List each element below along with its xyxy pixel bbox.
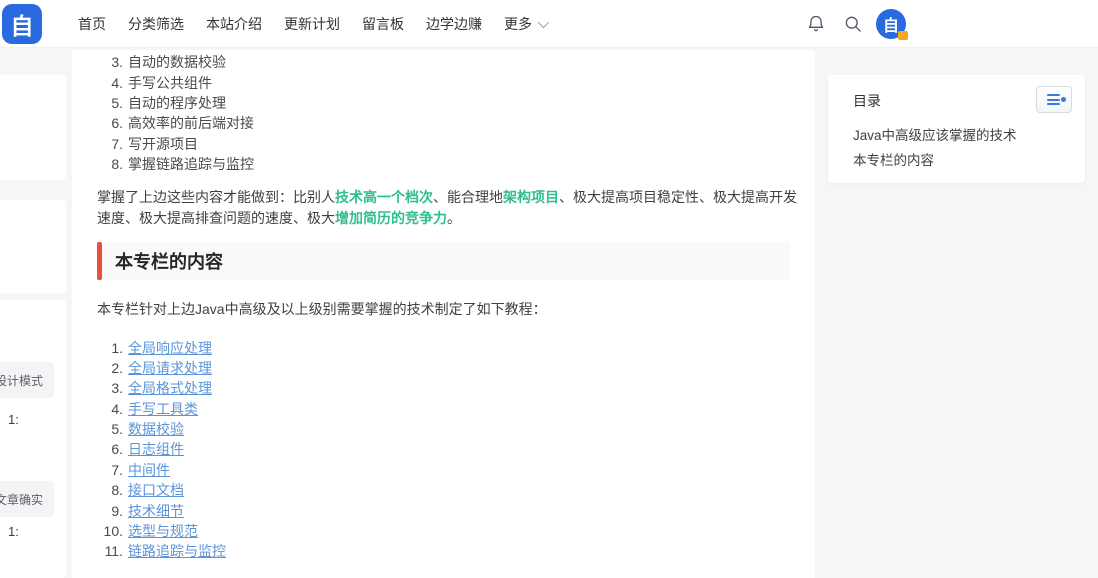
list-item[interactable]: 7. 中间件: [97, 460, 790, 480]
toc-items: Java中高级应该掌握的技术本专栏的内容: [853, 121, 1017, 171]
list-item-number: 5.: [97, 421, 123, 437]
list-item-number: 1.: [97, 340, 123, 356]
course-link[interactable]: 中间件: [128, 460, 170, 480]
toc-list-icon: [1047, 94, 1062, 105]
nav-item[interactable]: 首页: [78, 14, 106, 34]
left-panel-count: 1:: [8, 412, 19, 427]
list-item-number: 2.: [97, 360, 123, 376]
toc-item[interactable]: Java中高级应该掌握的技术: [853, 121, 1017, 146]
list-item[interactable]: 9. 技术细节: [97, 500, 790, 520]
summary-paragraph: 掌握了上边这些内容才能做到：比别人技术高一个档次、能合理地架构项目、极大提高项目…: [97, 187, 797, 229]
course-link[interactable]: 接口文档: [128, 480, 184, 500]
highlighted-text: 技术高一个档次: [335, 189, 433, 205]
list-item-number: 5.: [97, 95, 123, 111]
nav-item[interactable]: 本站介绍: [206, 14, 262, 34]
highlighted-text: 架构项目: [503, 189, 559, 205]
toc-title: 目录: [853, 91, 881, 111]
toc-item[interactable]: 本专栏的内容: [853, 146, 1017, 171]
list-item-number: 11.: [97, 543, 123, 559]
page: 自 首页 分类筛选 本站介绍 更新计划 留言板 边学边赚 更多 自: [0, 0, 1098, 578]
nav-item-more[interactable]: 更多: [504, 14, 546, 34]
course-link[interactable]: 选型与规范: [128, 521, 198, 541]
toc-card: 目录 Java中高级应该掌握的技术本专栏的内容: [828, 75, 1085, 183]
left-panel-card: 设计模式 1: 文章确实 1:: [0, 300, 66, 578]
list-item-number: 7.: [97, 136, 123, 152]
nav-item[interactable]: 更新计划: [284, 14, 340, 34]
user-avatar[interactable]: 自: [876, 9, 906, 39]
course-link[interactable]: 日志组件: [128, 439, 184, 459]
nav-item[interactable]: 分类筛选: [128, 14, 184, 34]
list-item-text: 自动的数据校验: [128, 52, 226, 72]
list-item-number: 10.: [97, 523, 123, 539]
list-item-number: 3.: [97, 54, 123, 70]
list-item-text: 高效率的前后端对接: [128, 113, 254, 133]
nav-more-label: 更多: [504, 14, 532, 34]
list-item-number: 6.: [97, 441, 123, 457]
plain-text: 。: [447, 210, 461, 226]
list-item[interactable]: 1. 全局响应处理: [97, 337, 790, 357]
highlighted-text: 增加简历的竞争力: [335, 210, 447, 226]
course-links-list: 1. 全局响应处理 2. 全局请求处理 3. 全局格式处理 4. 手写工具类 5. 数据校验 6. 日…: [97, 337, 790, 561]
intro-paragraph: 本专栏针对上边Java中高级及以上级别需要掌握的技术制定了如下教程：: [97, 299, 790, 319]
list-item-number: 4.: [97, 401, 123, 417]
list-item-text: 自动的程序处理: [128, 93, 226, 113]
top-navbar: 自 首页 分类筛选 本站介绍 更新计划 留言板 边学边赚 更多 自: [0, 0, 1098, 48]
list-item-text: 手写公共组件: [128, 73, 212, 93]
list-item-number: 6.: [97, 115, 123, 131]
left-panel-card[interactable]: [0, 75, 66, 180]
list-item: 6. 高效率的前后端对接: [97, 113, 790, 133]
list-item-number: 7.: [97, 462, 123, 478]
list-item[interactable]: 2. 全局请求处理: [97, 358, 790, 378]
plain-text: 掌握了上边这些内容才能做到：比别人: [97, 189, 335, 205]
course-link[interactable]: 数据校验: [128, 419, 184, 439]
toc-toggle-button[interactable]: [1036, 86, 1072, 113]
nav-menu: 首页 分类筛选 本站介绍 更新计划 留言板 边学边赚 更多: [78, 0, 546, 48]
course-link[interactable]: 全局响应处理: [128, 338, 212, 358]
list-item: 4. 手写公共组件: [97, 72, 790, 92]
list-item[interactable]: 4. 手写工具类: [97, 399, 790, 419]
list-item[interactable]: 10. 选型与规范: [97, 521, 790, 541]
list-item-number: 8.: [97, 156, 123, 172]
list-item: 5. 自动的程序处理: [97, 93, 790, 113]
course-link[interactable]: 全局请求处理: [128, 358, 212, 378]
section-heading: 本专栏的内容: [97, 242, 790, 280]
list-item: 3. 自动的数据校验: [97, 52, 790, 72]
list-item[interactable]: 5. 数据校验: [97, 419, 790, 439]
course-link[interactable]: 技术细节: [128, 501, 184, 521]
article-content: 3. 自动的数据校验 4. 手写公共组件 5. 自动的程序处理 6. 高效率的前后端对接 7. 写…: [72, 50, 815, 578]
course-link[interactable]: 链路追踪与监控: [128, 541, 226, 561]
nav-item[interactable]: 边学边赚: [426, 14, 482, 34]
list-item-text: 写开源项目: [128, 134, 198, 154]
list-item-number: 3.: [97, 380, 123, 396]
search-icon[interactable]: [843, 14, 863, 34]
avatar-badge: [898, 31, 908, 40]
course-link[interactable]: 手写工具类: [128, 399, 198, 419]
list-item-number: 9.: [97, 503, 123, 519]
list-item-number: 4.: [97, 75, 123, 91]
list-item[interactable]: 8. 接口文档: [97, 480, 790, 500]
list-item: 7. 写开源项目: [97, 134, 790, 154]
plain-text: 、能合理地: [433, 189, 503, 205]
section-heading-bar: [97, 242, 102, 280]
list-item: 8. 掌握链路追踪与监控: [97, 154, 790, 174]
bell-icon[interactable]: [806, 14, 826, 34]
chevron-down-icon: [538, 17, 549, 28]
list-item[interactable]: 11. 链路追踪与监控: [97, 541, 790, 561]
site-logo-text: 自: [11, 7, 34, 41]
list-item[interactable]: 6. 日志组件: [97, 439, 790, 459]
left-panel-tag[interactable]: 文章确实: [0, 481, 54, 517]
skills-list: 3. 自动的数据校验 4. 手写公共组件 5. 自动的程序处理 6. 高效率的前后端对接 7. 写…: [97, 52, 790, 174]
list-item-number: 8.: [97, 482, 123, 498]
avatar-text: 自: [883, 12, 899, 36]
nav-item[interactable]: 留言板: [362, 14, 404, 34]
list-item-text: 掌握链路追踪与监控: [128, 154, 254, 174]
section-heading-title: 本专栏的内容: [115, 248, 223, 274]
site-logo[interactable]: 自: [2, 4, 42, 44]
list-item[interactable]: 3. 全局格式处理: [97, 378, 790, 398]
course-link[interactable]: 全局格式处理: [128, 378, 212, 398]
left-panel-count: 1:: [8, 524, 19, 539]
left-panel-tag[interactable]: 设计模式: [0, 362, 54, 398]
left-panel-card[interactable]: [0, 200, 66, 293]
